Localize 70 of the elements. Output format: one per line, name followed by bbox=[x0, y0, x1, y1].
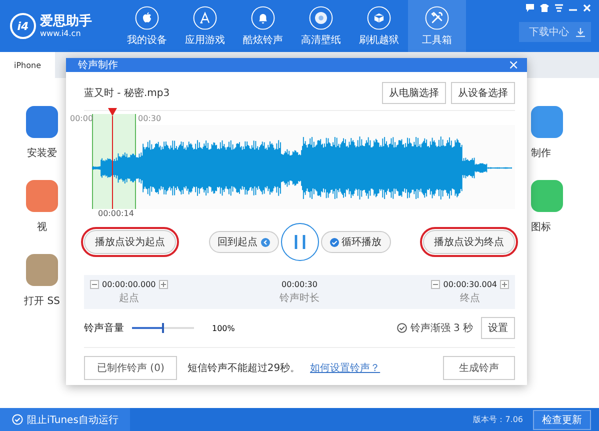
check-icon bbox=[12, 414, 23, 425]
playhead-time: 00:00:14 bbox=[98, 209, 135, 220]
nav-tab[interactable]: 应用游戏 bbox=[176, 0, 234, 52]
duration-label: 铃声时长 bbox=[280, 292, 320, 304]
generate-button[interactable]: 生成铃声 bbox=[443, 356, 515, 380]
back-to-start-button[interactable]: 回到起点 bbox=[208, 231, 278, 253]
app-url: www.i4.cn bbox=[40, 28, 82, 38]
start-label: 起点 bbox=[118, 292, 139, 304]
end-label: 终点 bbox=[460, 292, 480, 304]
minus-button[interactable] bbox=[90, 280, 99, 288]
app-store-icon bbox=[193, 6, 217, 30]
app-icon[interactable] bbox=[26, 180, 58, 212]
app-icon[interactable] bbox=[531, 106, 563, 138]
source-button[interactable]: 从设备选择 bbox=[451, 82, 515, 104]
check-icon bbox=[330, 238, 338, 246]
nav-tab[interactable]: 酷炫铃声 bbox=[234, 0, 292, 52]
plus-button[interactable] bbox=[158, 280, 168, 288]
loop-toggle[interactable]: 循环播放 bbox=[320, 231, 390, 253]
set-end-button[interactable]: 播放点设为终点 bbox=[423, 230, 515, 254]
app-label: 图标 bbox=[531, 220, 551, 234]
duration-value: 00:00:30 bbox=[282, 280, 318, 288]
plus-button[interactable] bbox=[500, 280, 509, 288]
nav-tab[interactable]: 刷机越狱 bbox=[350, 0, 408, 52]
end-time-field[interactable]: 00:00:30.004 bbox=[443, 280, 497, 288]
tools-icon bbox=[425, 6, 449, 30]
back-arrow-icon bbox=[260, 238, 270, 246]
app-icon[interactable] bbox=[26, 106, 58, 138]
time-tick: 00:30 bbox=[138, 114, 162, 125]
nav-tab[interactable]: 工具箱 bbox=[408, 0, 466, 52]
close-button[interactable]: × bbox=[508, 58, 519, 72]
pause-button[interactable] bbox=[280, 223, 318, 261]
made-ringtones-button[interactable]: 已制作铃声 (0) bbox=[84, 356, 178, 380]
app-label: 视 bbox=[37, 220, 47, 234]
app-icon[interactable] bbox=[26, 254, 58, 286]
fade-in-checkbox[interactable]: 铃声渐强 3 秒 bbox=[397, 321, 473, 335]
version-text: 版本号：7.06 bbox=[473, 414, 523, 425]
help-link[interactable]: 如何设置铃声？ bbox=[310, 361, 380, 375]
set-start-button[interactable]: 播放点设为起点 bbox=[84, 230, 176, 254]
shirt-icon[interactable] bbox=[540, 4, 549, 12]
apple-icon bbox=[135, 6, 159, 30]
app-icon[interactable] bbox=[531, 180, 563, 212]
flower-icon bbox=[309, 6, 333, 30]
app-label: 打开 SS bbox=[24, 294, 60, 308]
volume-label: 铃声音量 bbox=[84, 322, 124, 335]
check-icon bbox=[397, 323, 408, 333]
download-icon bbox=[576, 28, 585, 36]
itunes-toggle[interactable]: 阻止iTunes自动运行 bbox=[0, 408, 130, 431]
app-label: 制作 bbox=[531, 146, 551, 160]
nav-tab[interactable]: 高清壁纸 bbox=[292, 0, 350, 52]
logo-icon: i4 bbox=[10, 13, 36, 39]
pause-icon bbox=[292, 234, 306, 250]
check-update-button[interactable]: 检查更新 bbox=[533, 410, 591, 430]
message-icon[interactable] bbox=[526, 4, 534, 12]
nav-tab[interactable]: 我的设备 bbox=[118, 0, 176, 52]
start-time-field[interactable]: 00:00:00.000 bbox=[102, 280, 156, 288]
file-name: 蓝又时 - 秘密.mp3 bbox=[84, 86, 170, 100]
source-button[interactable]: 从电脑选择 bbox=[382, 82, 446, 104]
settings-button[interactable]: 设置 bbox=[481, 317, 515, 339]
box-icon bbox=[367, 6, 391, 30]
close-icon[interactable] bbox=[583, 4, 591, 12]
hint-text: 短信铃声不能超过29秒。 bbox=[187, 362, 300, 375]
app-name: 爱思助手 bbox=[40, 14, 92, 28]
bell-icon bbox=[251, 6, 275, 30]
minus-button[interactable] bbox=[431, 280, 440, 288]
dialog-title: 铃声制作 bbox=[78, 58, 118, 72]
playhead-icon[interactable] bbox=[108, 108, 117, 116]
app-label: 安装爱 bbox=[27, 146, 57, 160]
device-tab[interactable]: iPhone bbox=[0, 52, 56, 78]
volume-reading: 100% bbox=[212, 324, 235, 332]
menu-icon[interactable] bbox=[555, 4, 563, 12]
